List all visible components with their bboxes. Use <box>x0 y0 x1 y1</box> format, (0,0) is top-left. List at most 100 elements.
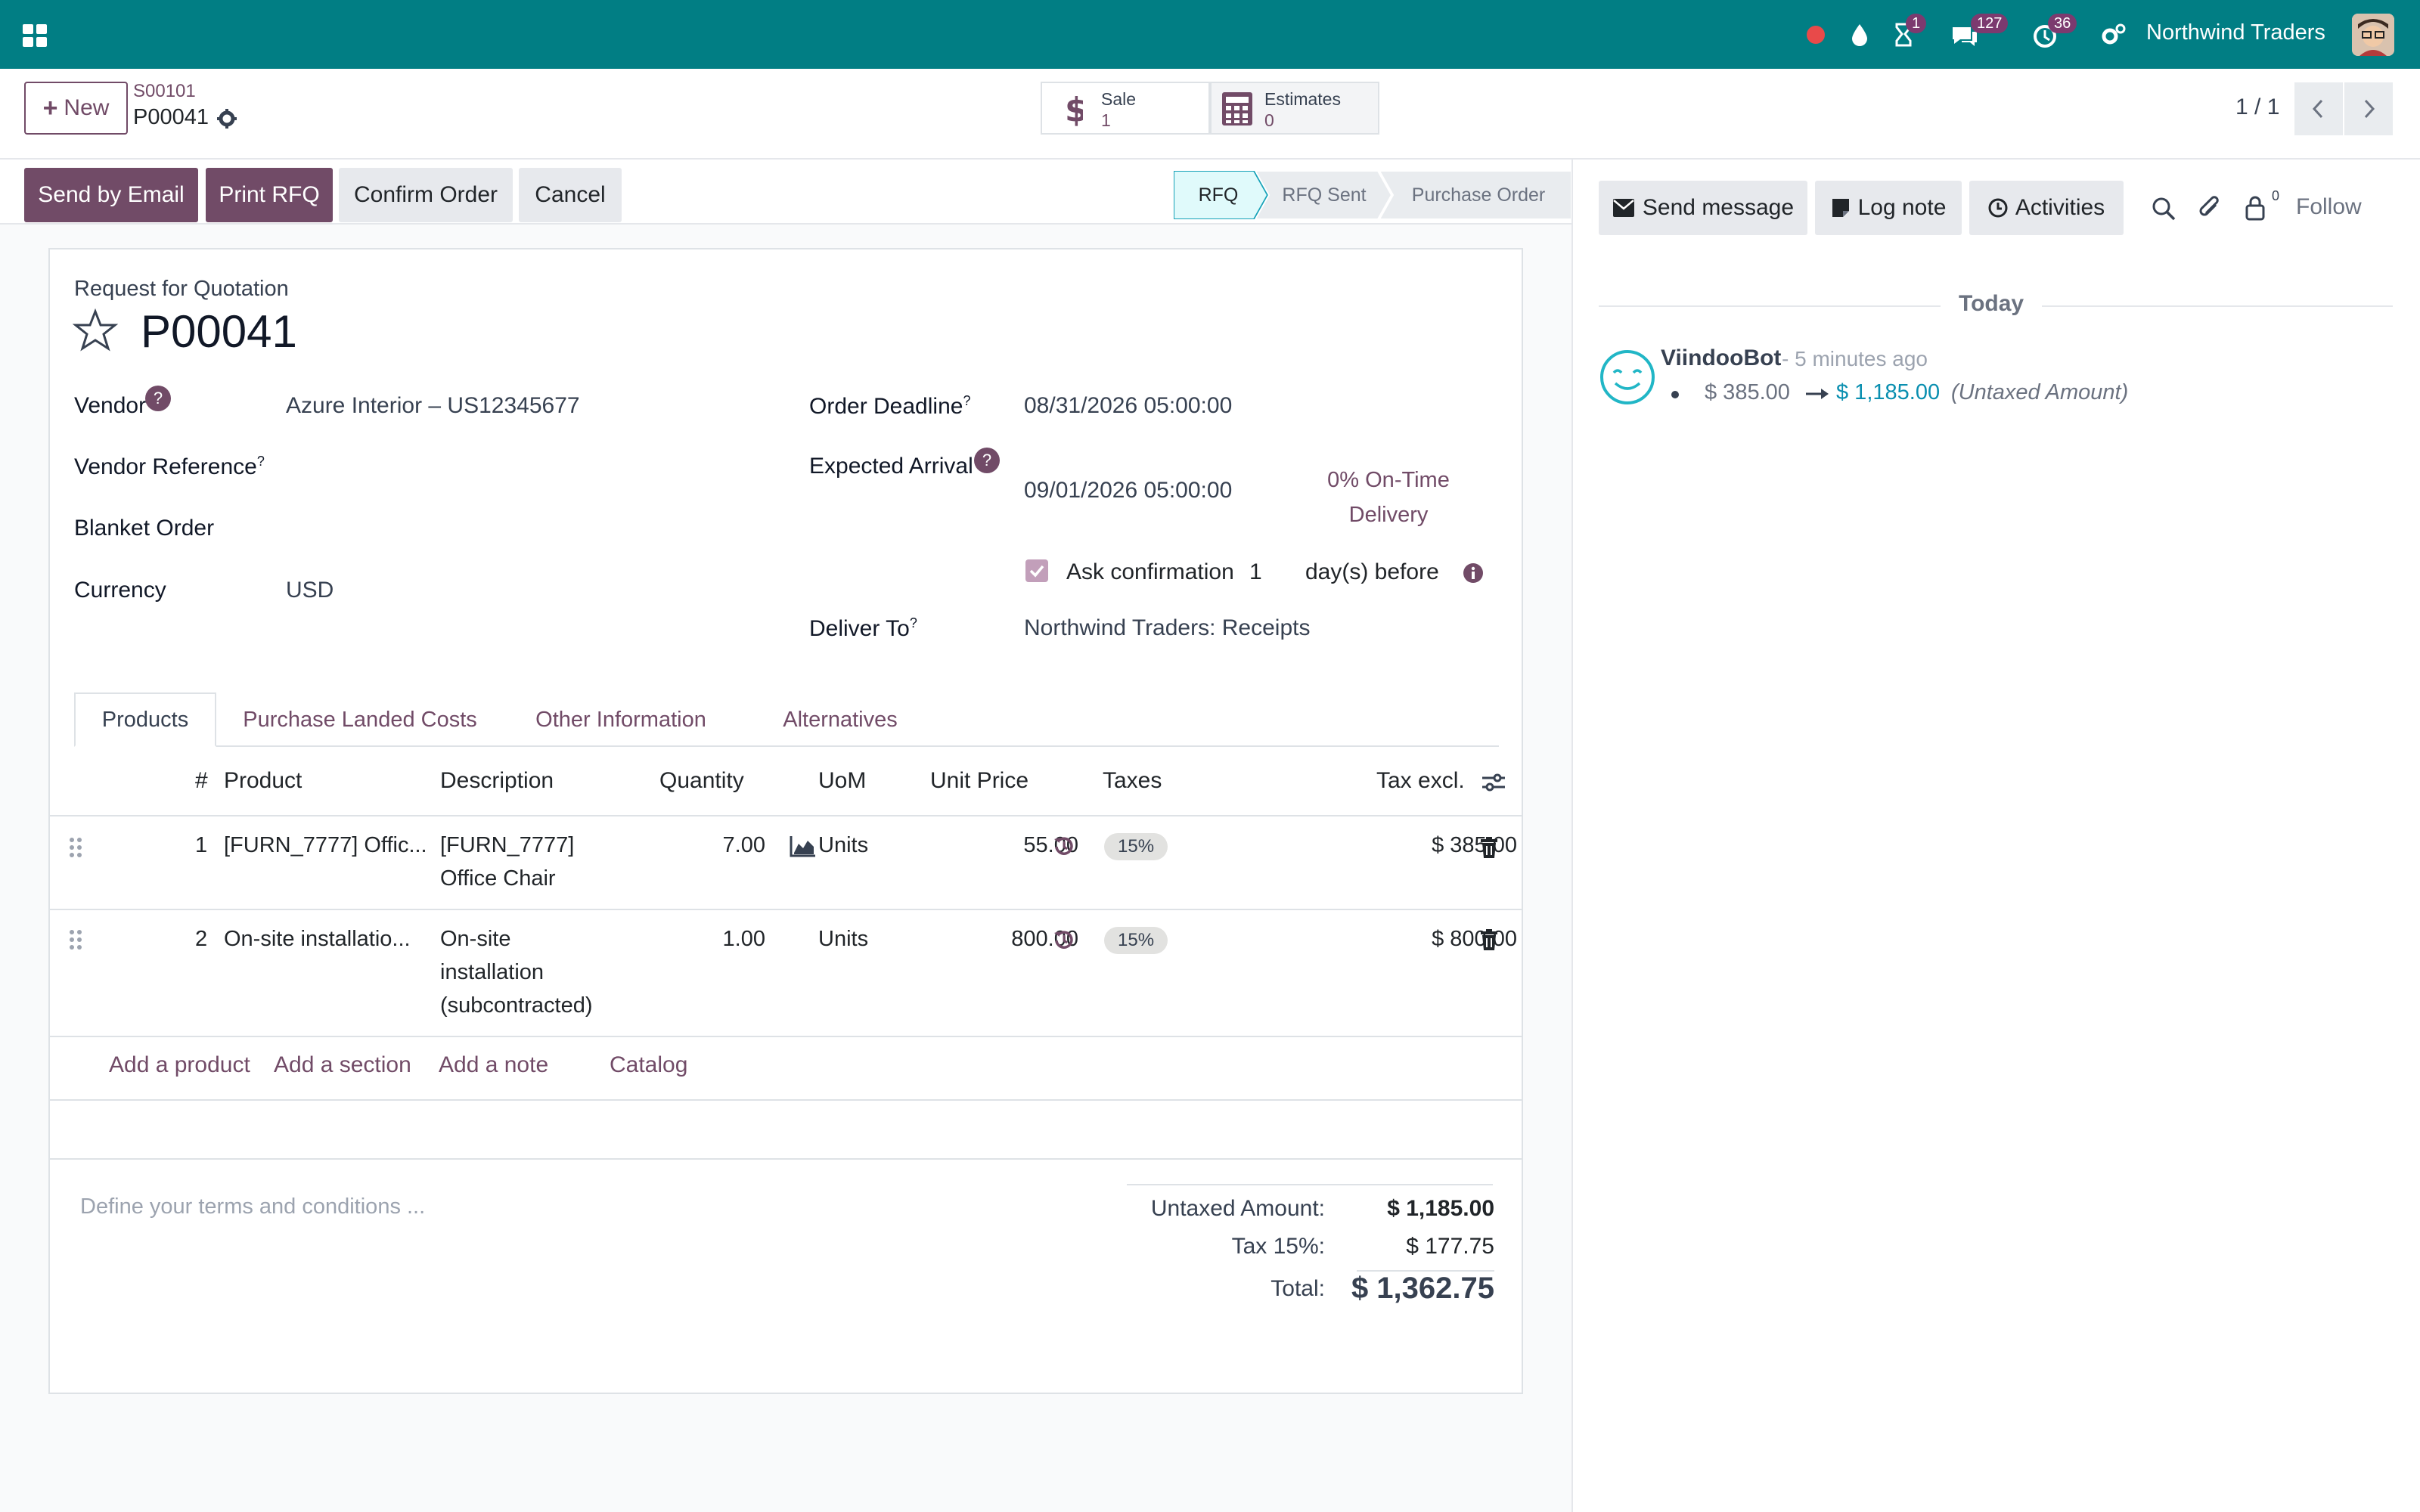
expected-arrival-field[interactable]: 09/01/2026 05:00:00 <box>1024 478 1232 503</box>
vendor-help-icon[interactable]: ? <box>145 386 171 411</box>
ask-confirmation-checkbox[interactable] <box>1025 559 1048 582</box>
estimates-smart-label: Estimates <box>1264 89 1341 109</box>
row-description-line2[interactable]: Office Chair <box>440 862 556 895</box>
sale-smart-value: 1 <box>1101 110 1111 130</box>
ask-confirmation-label: Ask confirmation <box>1066 559 1234 584</box>
pager-previous-button[interactable] <box>2294 82 2343 135</box>
add-note-link[interactable]: Add a note <box>439 1052 548 1078</box>
breadcrumb-parent[interactable]: S00101 <box>133 81 196 102</box>
vendor-reference-input[interactable] <box>286 448 755 484</box>
status-rfq[interactable]: RFQ <box>1174 171 1263 219</box>
price-history-icon[interactable] <box>1053 835 1075 857</box>
pager-value[interactable]: 1 / 1 <box>2235 94 2279 120</box>
trash-icon[interactable] <box>1479 928 1499 951</box>
log-note-button[interactable]: Log note <box>1815 181 1962 235</box>
confirm-order-button[interactable]: Confirm Order <box>339 168 513 222</box>
estimates-smart-button[interactable]: Estimates 0 <box>1210 82 1379 135</box>
notebook-tabs: Products Purchase Landed Costs Other Inf… <box>74 692 1499 747</box>
column-uom[interactable]: UoM <box>818 768 866 794</box>
info-icon[interactable] <box>1463 562 1484 584</box>
top-navbar: 1 127 36 Northwind Traders <box>0 0 2420 69</box>
trash-icon[interactable] <box>1479 836 1499 859</box>
drag-handle-icon[interactable] <box>68 928 83 951</box>
tax-tag[interactable]: 15% <box>1104 833 1168 860</box>
order-deadline-field[interactable]: 08/31/2026 05:00:00 <box>1024 393 1232 419</box>
status-purchase-order[interactable]: Purchase Order <box>1392 171 1565 219</box>
drop-icon[interactable] <box>1848 20 1871 50</box>
activities-button[interactable]: Activities <box>1969 181 2124 235</box>
price-history-icon[interactable] <box>1053 928 1075 951</box>
search-icon[interactable] <box>2151 196 2176 222</box>
activities-label: Activities <box>2015 195 2105 220</box>
currency-field[interactable]: USD <box>286 578 334 603</box>
row-description-line1[interactable]: [FURN_7777] <box>440 829 574 862</box>
column-description[interactable]: Description <box>440 768 554 794</box>
lock-icon[interactable] <box>2245 194 2266 222</box>
catalog-link[interactable]: Catalog <box>610 1052 687 1078</box>
follow-button[interactable]: Follow <box>2296 194 2362 220</box>
optional-columns-icon[interactable] <box>1481 770 1506 795</box>
expected-arrival-help-icon[interactable]: ? <box>974 448 1000 473</box>
user-avatar[interactable] <box>2352 14 2394 56</box>
sale-smart-button[interactable]: $ Sale 1 <box>1041 82 1210 135</box>
blanket-order-input[interactable] <box>286 510 755 546</box>
status-rfq-sent[interactable]: RFQ Sent <box>1267 171 1381 219</box>
new-button[interactable]: + New <box>24 82 128 135</box>
control-panel: + New S00101 P00041 $ Sale 1 Estimates 0… <box>0 69 2420 160</box>
star-icon[interactable] <box>73 308 118 354</box>
tracking-old-value: $ 385.00 <box>1705 380 1790 404</box>
pager-next-button[interactable] <box>2344 82 2393 135</box>
gear-icon[interactable] <box>216 108 237 129</box>
cancel-button[interactable]: Cancel <box>519 168 622 222</box>
ask-confirmation-days[interactable]: 1 <box>1249 559 1262 585</box>
column-taxes[interactable]: Taxes <box>1103 768 1162 794</box>
send-by-email-button[interactable]: Send by Email <box>24 168 198 222</box>
on-time-delivery-stat[interactable]: 0% On-Time Delivery <box>1320 463 1457 532</box>
forecast-chart-icon[interactable] <box>790 835 817 857</box>
bullet-icon <box>1671 391 1679 398</box>
column-quantity[interactable]: Quantity <box>659 768 744 794</box>
column-product[interactable]: Product <box>224 768 302 794</box>
column-unit-price[interactable]: Unit Price <box>930 768 1028 794</box>
row-description-line2[interactable]: installation <box>440 956 544 989</box>
tax-tag[interactable]: 15% <box>1104 927 1168 954</box>
send-message-label: Send message <box>1642 195 1795 220</box>
row-product[interactable]: [FURN_7777] Offic... <box>224 829 427 862</box>
order-deadline-label: Order Deadline? <box>809 393 971 419</box>
untaxed-amount-value: $ 1,185.00 <box>1387 1196 1494 1221</box>
row-description-line3[interactable]: (subcontracted) <box>440 989 593 1022</box>
terms-conditions-input[interactable]: Define your terms and conditions ... <box>80 1194 425 1219</box>
record-status-icon[interactable] <box>1804 20 1827 50</box>
tracking-field-name: (Untaxed Amount) <box>1951 380 2129 404</box>
new-button-label: New <box>64 95 110 120</box>
row-uom[interactable]: Units <box>818 922 868 956</box>
add-section-link[interactable]: Add a section <box>274 1052 411 1078</box>
vendor-field[interactable]: Azure Interior – US12345677 <box>286 393 580 419</box>
paperclip-icon[interactable] <box>2198 194 2222 222</box>
message-time: - 5 minutes ago <box>1782 347 1928 370</box>
app-menu-icon[interactable] <box>21 20 51 50</box>
row-description-line1[interactable]: On-site <box>440 922 510 956</box>
drag-handle-icon[interactable] <box>68 836 83 859</box>
row-quantity[interactable]: 7.00 <box>675 829 765 862</box>
column-tax-excl[interactable]: Tax excl. <box>1376 768 1465 794</box>
tab-alternatives[interactable]: Alternatives <box>753 692 927 747</box>
row-uom[interactable]: Units <box>818 829 868 862</box>
column-number[interactable]: # <box>195 768 208 794</box>
tab-other-information[interactable]: Other Information <box>504 692 738 747</box>
deliver-to-field[interactable]: Northwind Traders: Receipts <box>1024 615 1311 641</box>
tax-label: Tax 15%: <box>1231 1234 1325 1259</box>
tab-purchase-landed-costs[interactable]: Purchase Landed Costs <box>231 692 489 747</box>
tab-products[interactable]: Products <box>74 692 216 747</box>
bot-avatar-icon <box>1599 349 1656 406</box>
row-product[interactable]: On-site installatio... <box>224 922 411 956</box>
row-divider <box>50 1036 1522 1037</box>
settings-gears-icon[interactable] <box>2099 20 2127 50</box>
row-quantity[interactable]: 1.00 <box>675 922 765 956</box>
message-author[interactable]: ViindooBot <box>1661 345 1781 371</box>
send-message-button[interactable]: Send message <box>1599 181 1807 235</box>
print-rfq-button[interactable]: Print RFQ <box>206 168 333 222</box>
add-product-link[interactable]: Add a product <box>109 1052 250 1078</box>
envelope-icon <box>1612 199 1634 217</box>
company-name[interactable]: Northwind Traders <box>2146 20 2325 45</box>
